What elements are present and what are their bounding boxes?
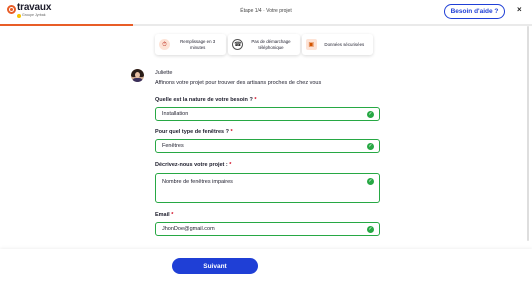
nature-field[interactable]: Installation ✓ xyxy=(155,107,380,121)
agent-avatar xyxy=(131,69,144,82)
scrollbar-thumb[interactable] xyxy=(527,26,529,241)
feature-secure: ▣ Données sécurisées xyxy=(301,34,373,55)
description-value: Nombre de fenêtres impaires xyxy=(162,179,233,185)
help-button[interactable]: Besoin d'aide ? xyxy=(444,4,505,19)
type-field[interactable]: Fenêtres ✓ xyxy=(155,139,380,153)
agent-name: Juliette xyxy=(155,70,173,76)
progress-fill xyxy=(0,24,133,26)
check-icon: ✓ xyxy=(367,225,374,233)
logo-tagline: Groupe Jyrbak xyxy=(17,14,51,18)
email-value: JhonDoe@gmail.com xyxy=(162,226,215,232)
nature-label: Quelle est la nature de votre besoin ? * xyxy=(155,97,257,103)
description-label: Décrivez-nous votre projet : * xyxy=(155,162,232,168)
check-icon: ✓ xyxy=(367,178,374,185)
lock-icon: ▣ xyxy=(305,39,317,50)
description-textarea[interactable]: Nombre de fenêtres impaires ✓ xyxy=(155,173,380,203)
bottom-bar xyxy=(0,249,532,283)
scrollbar[interactable] xyxy=(526,26,530,249)
nature-value: Installation xyxy=(162,111,189,117)
type-value: Fenêtres xyxy=(162,143,184,149)
timer-icon: ⏱ xyxy=(159,39,170,50)
next-button[interactable]: Suivant xyxy=(172,258,258,274)
phone-icon: ☎ xyxy=(232,39,244,50)
email-field[interactable]: JhonDoe@gmail.com ✓ xyxy=(155,222,380,236)
check-icon: ✓ xyxy=(367,142,374,150)
email-label: Email * xyxy=(155,212,174,218)
type-label: Pour quel type de fenêtres ? * xyxy=(155,129,233,135)
top-header: travaux Groupe Jyrbak Étape 1/4 · Votre … xyxy=(0,0,532,24)
progress-bar xyxy=(0,24,532,26)
check-icon: ✓ xyxy=(367,110,374,118)
features-strip: ⏱ Remplissage en 3 minutes ☎ Pas de déma… xyxy=(155,34,373,55)
feature-label: Données sécurisées xyxy=(324,41,365,47)
agent-message: Affinons votre projet pour trouver des a… xyxy=(155,80,322,86)
smiley-icon xyxy=(17,14,21,18)
feature-label: Pas de démarchage téléphonique xyxy=(251,39,291,50)
feature-label: Remplissage en 3 minutes xyxy=(180,39,216,50)
close-icon[interactable]: × xyxy=(517,6,522,14)
feature-no-calls: ☎ Pas de démarchage téléphonique xyxy=(228,34,300,55)
feature-quick-fill: ⏱ Remplissage en 3 minutes xyxy=(155,34,227,55)
